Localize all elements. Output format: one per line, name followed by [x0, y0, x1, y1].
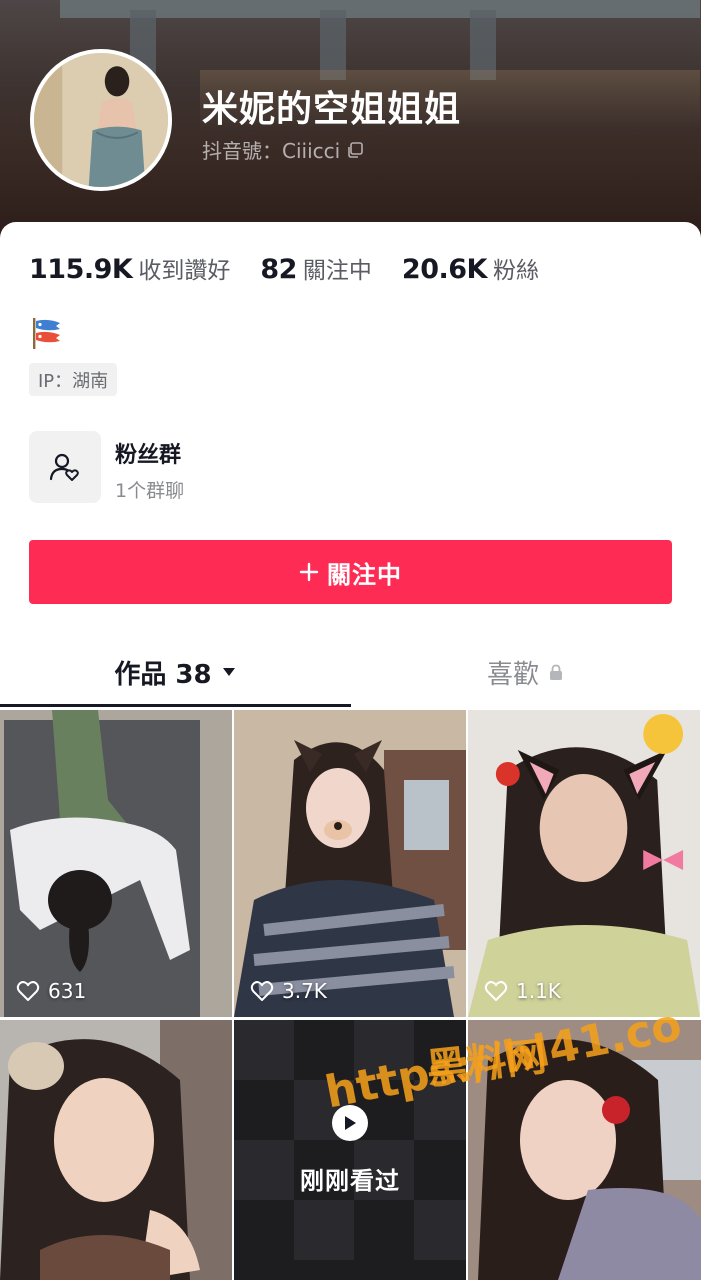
- avatar-photo: [34, 53, 168, 187]
- stat-label: 關注中: [302, 258, 372, 284]
- like-count-text: 631: [48, 979, 87, 1003]
- copy-icon[interactable]: [346, 141, 364, 159]
- avatar[interactable]: [30, 49, 172, 191]
- video-like-count: 3.7K: [250, 979, 327, 1003]
- stat-following[interactable]: 82 關注中: [260, 251, 372, 285]
- video-thumbnail-recently-watched[interactable]: 刚刚看过: [234, 1020, 466, 1280]
- like-count-text: 3.7K: [282, 979, 327, 1003]
- video-thumbnail[interactable]: [0, 1020, 232, 1280]
- like-count-text: 1.1K: [516, 979, 561, 1003]
- fan-group-entry[interactable]: 粉丝群 1个群聊: [29, 431, 669, 506]
- video-like-count: 631: [16, 979, 86, 1003]
- video-thumbnail-image: [0, 1020, 232, 1280]
- tab-works-label: 作品 38: [114, 659, 212, 690]
- following-button-label: 關注中: [327, 560, 402, 589]
- video-thumbnail[interactable]: 3.7K: [234, 710, 466, 1017]
- tab-works[interactable]: 作品 38: [0, 637, 351, 707]
- fan-group-title: 粉丝群: [115, 443, 182, 468]
- header-background-bridge: [60, 0, 700, 18]
- profile-handle-row[interactable]: 抖音號：Ciiicci: [202, 135, 364, 164]
- stat-label: 粉絲: [492, 258, 539, 284]
- stat-value: 20.6K: [401, 254, 488, 285]
- tab-likes-label: 喜歡: [486, 659, 539, 690]
- recently-watched-label: 刚刚看过: [300, 1166, 400, 1195]
- profile-header: 米妮的空姐姐姐 抖音號：Ciiicci: [0, 0, 701, 240]
- profile-handle: 抖音號：Ciiicci: [202, 139, 341, 163]
- stat-value: 115.9K: [29, 254, 133, 285]
- video-thumbnail-image: [468, 710, 700, 1017]
- group-user-heart-icon: [49, 453, 79, 481]
- heart-icon: [250, 981, 274, 1001]
- heart-icon: [16, 981, 40, 1001]
- tab-likes[interactable]: 喜歡: [350, 637, 700, 707]
- stat-likes-received[interactable]: 115.9K 收到讚好: [29, 251, 230, 285]
- video-thumbnail-image: [234, 710, 466, 1017]
- video-like-count: 1.1K: [484, 979, 561, 1003]
- following-button[interactable]: 關注中: [29, 540, 672, 604]
- caret-down-icon[interactable]: [222, 667, 236, 677]
- video-thumbnail-image: [0, 710, 232, 1017]
- fan-group-subtitle: 1个群聊: [115, 480, 185, 502]
- ip-location-tag: IP：湖南: [29, 363, 118, 396]
- stat-label: 收到讚好: [138, 258, 231, 284]
- profile-stats: 115.9K 收到讚好 82 關注中 20.6K 粉絲: [29, 251, 569, 285]
- lock-icon: [550, 664, 562, 680]
- recently-watched-overlay: 刚刚看过: [234, 1020, 466, 1280]
- stat-followers[interactable]: 20.6K 粉絲: [402, 251, 539, 285]
- play-icon[interactable]: [332, 1104, 368, 1141]
- plus-icon: [299, 562, 319, 582]
- video-thumbnail[interactable]: 631: [0, 710, 232, 1017]
- play-triangle: [345, 1115, 356, 1130]
- fan-group-icon-box: [29, 431, 101, 503]
- profile-tabs: 作品 38 喜歡: [0, 637, 701, 707]
- video-thumbnail[interactable]: 1.1K: [468, 710, 700, 1017]
- video-thumbnail[interactable]: [468, 1020, 701, 1280]
- stat-value: 82: [260, 254, 297, 285]
- video-thumbnail-image: [468, 1020, 701, 1280]
- video-grid: 631 3.7K 1.1K 刚刚看过: [0, 710, 701, 1280]
- heart-icon: [484, 981, 508, 1001]
- carp-streamer-icon: [33, 318, 60, 349]
- profile-nickname: 米妮的空姐姐姐: [202, 89, 462, 130]
